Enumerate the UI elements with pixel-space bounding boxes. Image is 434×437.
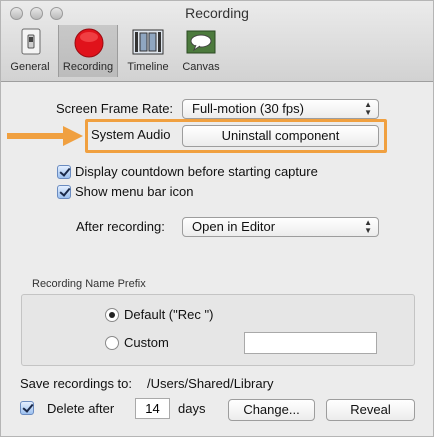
record-icon bbox=[74, 28, 104, 58]
name-prefix-group: Default ("Rec ") Custom bbox=[21, 294, 415, 366]
tab-general-label: General bbox=[10, 61, 50, 73]
default-prefix-radio[interactable] bbox=[105, 308, 119, 322]
countdown-label: Display countdown before starting captur… bbox=[75, 164, 318, 179]
window-title: Recording bbox=[185, 5, 249, 21]
name-prefix-title: Recording Name Prefix bbox=[32, 278, 146, 290]
change-location-button[interactable]: Change... bbox=[228, 399, 315, 421]
menu-bar-icon-label: Show menu bar icon bbox=[75, 184, 194, 199]
default-prefix-label: Default ("Rec ") bbox=[124, 307, 214, 322]
frame-rate-label: Screen Frame Rate: bbox=[56, 101, 174, 116]
delete-after-checkbox[interactable] bbox=[20, 401, 34, 415]
canvas-icon bbox=[186, 30, 216, 54]
tab-timeline-label: Timeline bbox=[127, 61, 169, 73]
tab-canvas[interactable]: Canvas bbox=[178, 25, 224, 77]
delete-days-input[interactable]: 14 bbox=[135, 398, 170, 419]
save-location-label: Save recordings to: bbox=[20, 376, 133, 391]
after-recording-label: After recording: bbox=[76, 219, 165, 234]
switch-icon bbox=[21, 28, 41, 55]
tab-general[interactable]: General bbox=[7, 25, 53, 77]
custom-prefix-input[interactable] bbox=[244, 332, 377, 354]
after-recording-value: Open in Editor bbox=[192, 219, 276, 234]
system-audio-label: System Audio bbox=[91, 127, 171, 142]
updown-arrows-icon: ▲ ▼ bbox=[364, 100, 372, 117]
title-bar: Recording General Recording Timeline Can… bbox=[1, 1, 433, 82]
reveal-button[interactable]: Reveal bbox=[326, 399, 415, 421]
tab-recording[interactable]: Recording bbox=[58, 25, 118, 77]
custom-prefix-label: Custom bbox=[124, 335, 169, 350]
film-strip-icon bbox=[132, 29, 164, 55]
delete-after-label: Delete after bbox=[47, 401, 115, 416]
save-location-path: /Users/Shared/Library bbox=[147, 376, 274, 391]
after-recording-select[interactable]: Open in Editor ▲ ▼ bbox=[182, 217, 379, 237]
countdown-checkbox[interactable] bbox=[57, 165, 71, 179]
preferences-window: Recording General Recording Timeline Can… bbox=[0, 0, 434, 437]
uninstall-component-button[interactable]: Uninstall component bbox=[182, 125, 379, 147]
tab-canvas-label: Canvas bbox=[182, 61, 220, 73]
updown-arrows-icon: ▲ ▼ bbox=[364, 218, 372, 235]
frame-rate-value: Full-motion (30 fps) bbox=[192, 101, 304, 116]
frame-rate-select[interactable]: Full-motion (30 fps) ▲ ▼ bbox=[182, 99, 379, 119]
tab-timeline[interactable]: Timeline bbox=[122, 25, 174, 77]
custom-prefix-radio[interactable] bbox=[105, 336, 119, 350]
tab-recording-label: Recording bbox=[62, 61, 114, 73]
orange-arrow-icon bbox=[7, 126, 83, 146]
menu-bar-icon-checkbox[interactable] bbox=[57, 185, 71, 199]
days-label: days bbox=[178, 401, 206, 416]
